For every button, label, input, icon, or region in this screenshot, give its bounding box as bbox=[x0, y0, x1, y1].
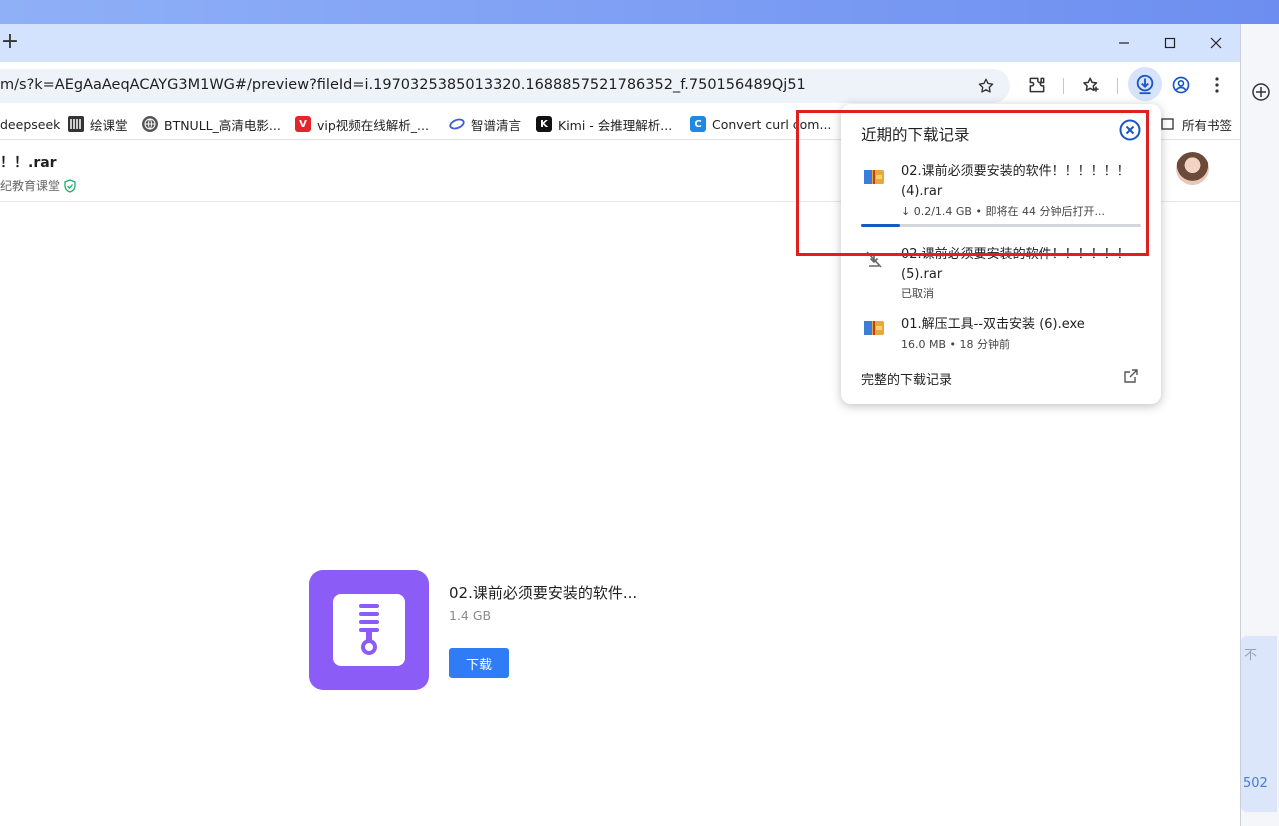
bookmark-label: 绘课堂 bbox=[90, 117, 128, 133]
side-chat-bubble: 不 502 bbox=[1241, 636, 1277, 812]
all-bookmarks-label: 所有书签 bbox=[1182, 117, 1233, 133]
side-text-bottom[interactable]: 502 bbox=[1243, 776, 1268, 791]
archive-file-icon bbox=[309, 570, 429, 690]
highlight-annotation-box bbox=[796, 110, 1149, 256]
download-button[interactable]: 下载 bbox=[449, 648, 509, 678]
bookmark-deepseek[interactable]: deepseek bbox=[0, 114, 60, 134]
address-bar[interactable]: m/s?k=AEgAaAeqACAYG3M1WG#/preview?fileId… bbox=[0, 69, 1010, 103]
bookmark-huiketang[interactable]: 绘课堂 bbox=[68, 114, 128, 134]
bookmark-label: deepseek bbox=[0, 116, 61, 132]
side-text-top: 不 bbox=[1244, 648, 1258, 663]
curl-icon: C bbox=[690, 116, 706, 132]
download-item-name: 01.解压工具--双击安装 (6).exe bbox=[901, 317, 1085, 332]
bookmark-zhipu[interactable]: 智谱清言 bbox=[449, 114, 521, 134]
file-title: 02.课前必须要安装的软件... bbox=[449, 584, 638, 602]
bookmark-label: BTNULL_高清电影... bbox=[164, 117, 281, 133]
bookmark-label: Kimi - 会推理解析... bbox=[558, 117, 673, 133]
download-item-status: 16.0 MB • 18 分钟前 bbox=[901, 338, 1011, 351]
owner-line: 纪教育课堂 bbox=[0, 177, 77, 194]
all-bookmarks[interactable]: 所有书签 bbox=[1160, 114, 1232, 134]
file-name: ！！.rar bbox=[0, 155, 57, 171]
download-item-status: 已取消 bbox=[901, 287, 934, 300]
toolbar: m/s?k=AEgAaAeqACAYG3M1WG#/preview?fileId… bbox=[0, 62, 1240, 108]
file-size: 1.4 GB bbox=[449, 608, 492, 623]
new-tab-button[interactable]: + bbox=[0, 31, 20, 53]
globe-icon bbox=[142, 116, 158, 132]
minimize-icon bbox=[1119, 42, 1129, 44]
downloads-button[interactable] bbox=[1128, 67, 1162, 101]
toolbar-separator bbox=[1063, 78, 1064, 94]
desktop-background bbox=[0, 0, 1279, 24]
bookmark-vip[interactable]: V vip视频在线解析_... bbox=[295, 114, 429, 134]
bookmark-btnull[interactable]: BTNULL_高清电影... bbox=[142, 114, 281, 134]
close-window-button[interactable] bbox=[1193, 30, 1239, 56]
toolbar-separator bbox=[1117, 78, 1118, 94]
avatar[interactable] bbox=[1176, 152, 1209, 185]
bookmark-label: 智谱清言 bbox=[471, 117, 522, 133]
bookmark-kimi[interactable]: K Kimi - 会推理解析... bbox=[536, 114, 672, 134]
profile-icon[interactable] bbox=[1167, 71, 1195, 99]
bookmark-label: vip视频在线解析_... bbox=[317, 117, 429, 133]
close-icon bbox=[1210, 37, 1222, 49]
full-download-history-link[interactable]: 完整的下载记录 bbox=[861, 369, 952, 388]
maximize-icon bbox=[1164, 37, 1176, 49]
extensions-icon[interactable] bbox=[1023, 71, 1051, 99]
maximize-button[interactable] bbox=[1147, 30, 1193, 56]
open-external-icon[interactable] bbox=[1123, 368, 1139, 384]
huiketang-icon bbox=[68, 116, 84, 132]
more-menu-icon[interactable] bbox=[1203, 71, 1231, 99]
zhipu-icon bbox=[449, 116, 465, 132]
background-window: 不 502 bbox=[1240, 24, 1279, 826]
add-circle-icon[interactable] bbox=[1251, 82, 1271, 102]
owner-name: 纪教育课堂 bbox=[0, 179, 61, 193]
minimize-button[interactable] bbox=[1101, 30, 1147, 56]
v-icon: V bbox=[295, 116, 311, 132]
verified-shield-icon bbox=[64, 178, 76, 193]
folder-icon bbox=[1160, 116, 1176, 132]
tab-bar: + bbox=[0, 24, 1240, 62]
kimi-icon: K bbox=[536, 116, 552, 132]
url-text[interactable]: m/s?k=AEgAaAeqACAYG3M1WG#/preview?fileId… bbox=[0, 77, 806, 93]
download-icon bbox=[1136, 74, 1154, 95]
favorites-icon[interactable] bbox=[1077, 71, 1105, 99]
exe-file-icon bbox=[864, 321, 884, 335]
bookmark-star-icon[interactable] bbox=[972, 72, 1000, 100]
